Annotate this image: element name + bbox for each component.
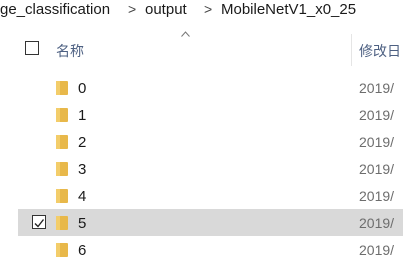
breadcrumb-item[interactable]: ge_classification [0,1,110,18]
row-checkbox[interactable] [32,215,46,229]
breadcrumb: ge_classification > output > MobileNetV1… [0,0,403,22]
folder-icon [56,81,68,95]
navigation-pane-edge [0,22,18,272]
folder-icon [56,243,68,257]
checkmark-icon [34,219,45,228]
column-divider[interactable] [351,34,352,66]
folder-name[interactable]: 1 [78,107,86,124]
folder-name[interactable]: 4 [78,188,86,205]
select-all-checkbox[interactable] [25,41,39,55]
column-header-name[interactable]: 名称 [56,41,84,61]
folder-icon [56,162,68,176]
folder-name[interactable]: 2 [78,134,86,151]
folder-icon [56,216,68,230]
folder-row[interactable]: 3 2019/ [18,155,403,182]
folder-row[interactable]: 2 2019/ [18,128,403,155]
folder-row[interactable]: 6 2019/ [18,236,403,263]
folder-row[interactable]: 4 2019/ [18,182,403,209]
date-modified: 2019/ [359,107,395,123]
folder-row[interactable]: 0 2019/ [18,74,403,101]
folder-name[interactable]: 0 [78,80,86,97]
column-header-date-modified[interactable]: 修改日 [359,41,401,61]
folder-row[interactable]: 1 2019/ [18,101,403,128]
breadcrumb-item[interactable]: MobileNetV1_x0_25 [221,1,356,18]
folder-row[interactable]: 5 2019/ [18,209,403,236]
date-modified: 2019/ [359,215,395,231]
folder-name[interactable]: 6 [78,242,86,259]
folder-icon [56,135,68,149]
folder-name[interactable]: 5 [78,215,86,232]
date-modified: 2019/ [359,188,395,204]
date-modified: 2019/ [359,242,395,258]
breadcrumb-separator-icon[interactable]: > [128,1,136,17]
folder-icon [56,189,68,203]
date-modified: 2019/ [359,80,395,96]
column-header: 名称 修改日 [18,34,403,66]
date-modified: 2019/ [359,134,395,150]
folder-name[interactable]: 3 [78,161,86,178]
folder-icon [56,108,68,122]
date-modified: 2019/ [359,161,395,177]
breadcrumb-separator-icon[interactable]: > [204,1,212,17]
breadcrumb-item[interactable]: output [145,1,187,18]
